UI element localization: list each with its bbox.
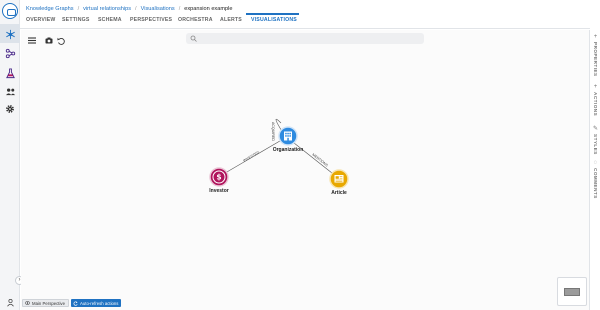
left-nav xyxy=(0,0,20,310)
panel-tab-actions[interactable]: + ACTIONS xyxy=(590,84,600,116)
tab-perspectives[interactable]: PERSPECTIVES xyxy=(130,17,172,23)
node-label-article: Article xyxy=(331,190,347,196)
search-icon xyxy=(190,35,197,42)
users-icon[interactable] xyxy=(4,85,16,97)
panel-tab-properties[interactable]: + PROPERTIES xyxy=(590,34,600,77)
minimap[interactable] xyxy=(557,277,587,306)
panel-tab-styles[interactable]: ✎ STYLES xyxy=(590,126,600,155)
main-perspective-label: Main Perspective xyxy=(32,300,65,306)
brush-icon: ✎ xyxy=(592,126,599,132)
active-tab-indicator xyxy=(246,13,299,15)
user-icon[interactable] xyxy=(4,296,16,308)
breadcrumb-item[interactable]: Knowledge Graphs xyxy=(26,6,74,12)
tab-visualisations[interactable]: VISUALISATIONS xyxy=(251,17,297,23)
app-window: › Knowledge Graphs / virtual relationshi… xyxy=(0,0,600,310)
main-perspective-button[interactable]: Main Perspective xyxy=(22,299,69,307)
comment-icon: ◌ xyxy=(593,160,598,166)
breadcrumb-separator: / xyxy=(77,5,80,12)
breadcrumb-current: expansion example xyxy=(184,5,233,12)
tab-bar: OVERVIEW SETTINGS SCHEMA PERSPECTIVES OR… xyxy=(20,14,590,29)
menu-icon[interactable] xyxy=(27,36,36,45)
panel-tab-label: STYLES xyxy=(593,134,598,155)
search-bar[interactable] xyxy=(186,33,424,44)
graph-canvas[interactable] xyxy=(21,30,589,310)
camera-icon[interactable] xyxy=(44,36,53,45)
plus-icon: + xyxy=(593,34,598,40)
breadcrumb-separator: / xyxy=(178,5,181,12)
graph-icon[interactable] xyxy=(4,47,16,59)
auto-refresh-button[interactable]: Auto-refresh actions xyxy=(71,299,122,307)
breadcrumb-item[interactable]: virtual relationships xyxy=(83,6,131,12)
node-label-investor: Investor xyxy=(209,188,229,194)
breadcrumb-separator: / xyxy=(135,5,137,12)
breadcrumb: Knowledge Graphs / virtual relationships… xyxy=(26,4,232,13)
undo-icon[interactable] xyxy=(56,36,65,45)
right-panel: + PROPERTIES + ACTIONS ✎ STYLES ◌ COMMEN… xyxy=(589,30,600,310)
logo-icon[interactable] xyxy=(2,3,18,19)
breadcrumb-item[interactable]: Visualisations xyxy=(141,6,175,12)
plus-icon: + xyxy=(593,84,598,90)
panel-tab-label: COMMENTS xyxy=(593,168,598,199)
eye-icon xyxy=(25,301,30,305)
refresh-icon xyxy=(73,301,78,306)
gear-icon[interactable] xyxy=(4,103,16,115)
auto-refresh-label: Auto-refresh actions xyxy=(80,300,119,306)
tab-overview[interactable]: OVERVIEW xyxy=(26,17,55,23)
tab-settings[interactable]: SETTINGS xyxy=(62,17,90,23)
tab-alerts[interactable]: ALERTS xyxy=(220,17,242,23)
search-input[interactable] xyxy=(200,34,420,43)
tab-schema[interactable]: SCHEMA xyxy=(98,17,122,23)
tab-orchestra[interactable]: ORCHESTRA xyxy=(178,17,213,23)
minimap-viewport[interactable] xyxy=(564,288,580,296)
panel-tab-comments[interactable]: ◌ COMMENTS xyxy=(590,160,600,199)
node-label-organization: Organization xyxy=(272,147,304,153)
panel-tab-label: ACTIONS xyxy=(593,92,598,117)
panel-tab-label: PROPERTIES xyxy=(593,42,598,77)
cluster-icon[interactable] xyxy=(4,28,16,40)
flask-icon[interactable] xyxy=(4,67,16,79)
